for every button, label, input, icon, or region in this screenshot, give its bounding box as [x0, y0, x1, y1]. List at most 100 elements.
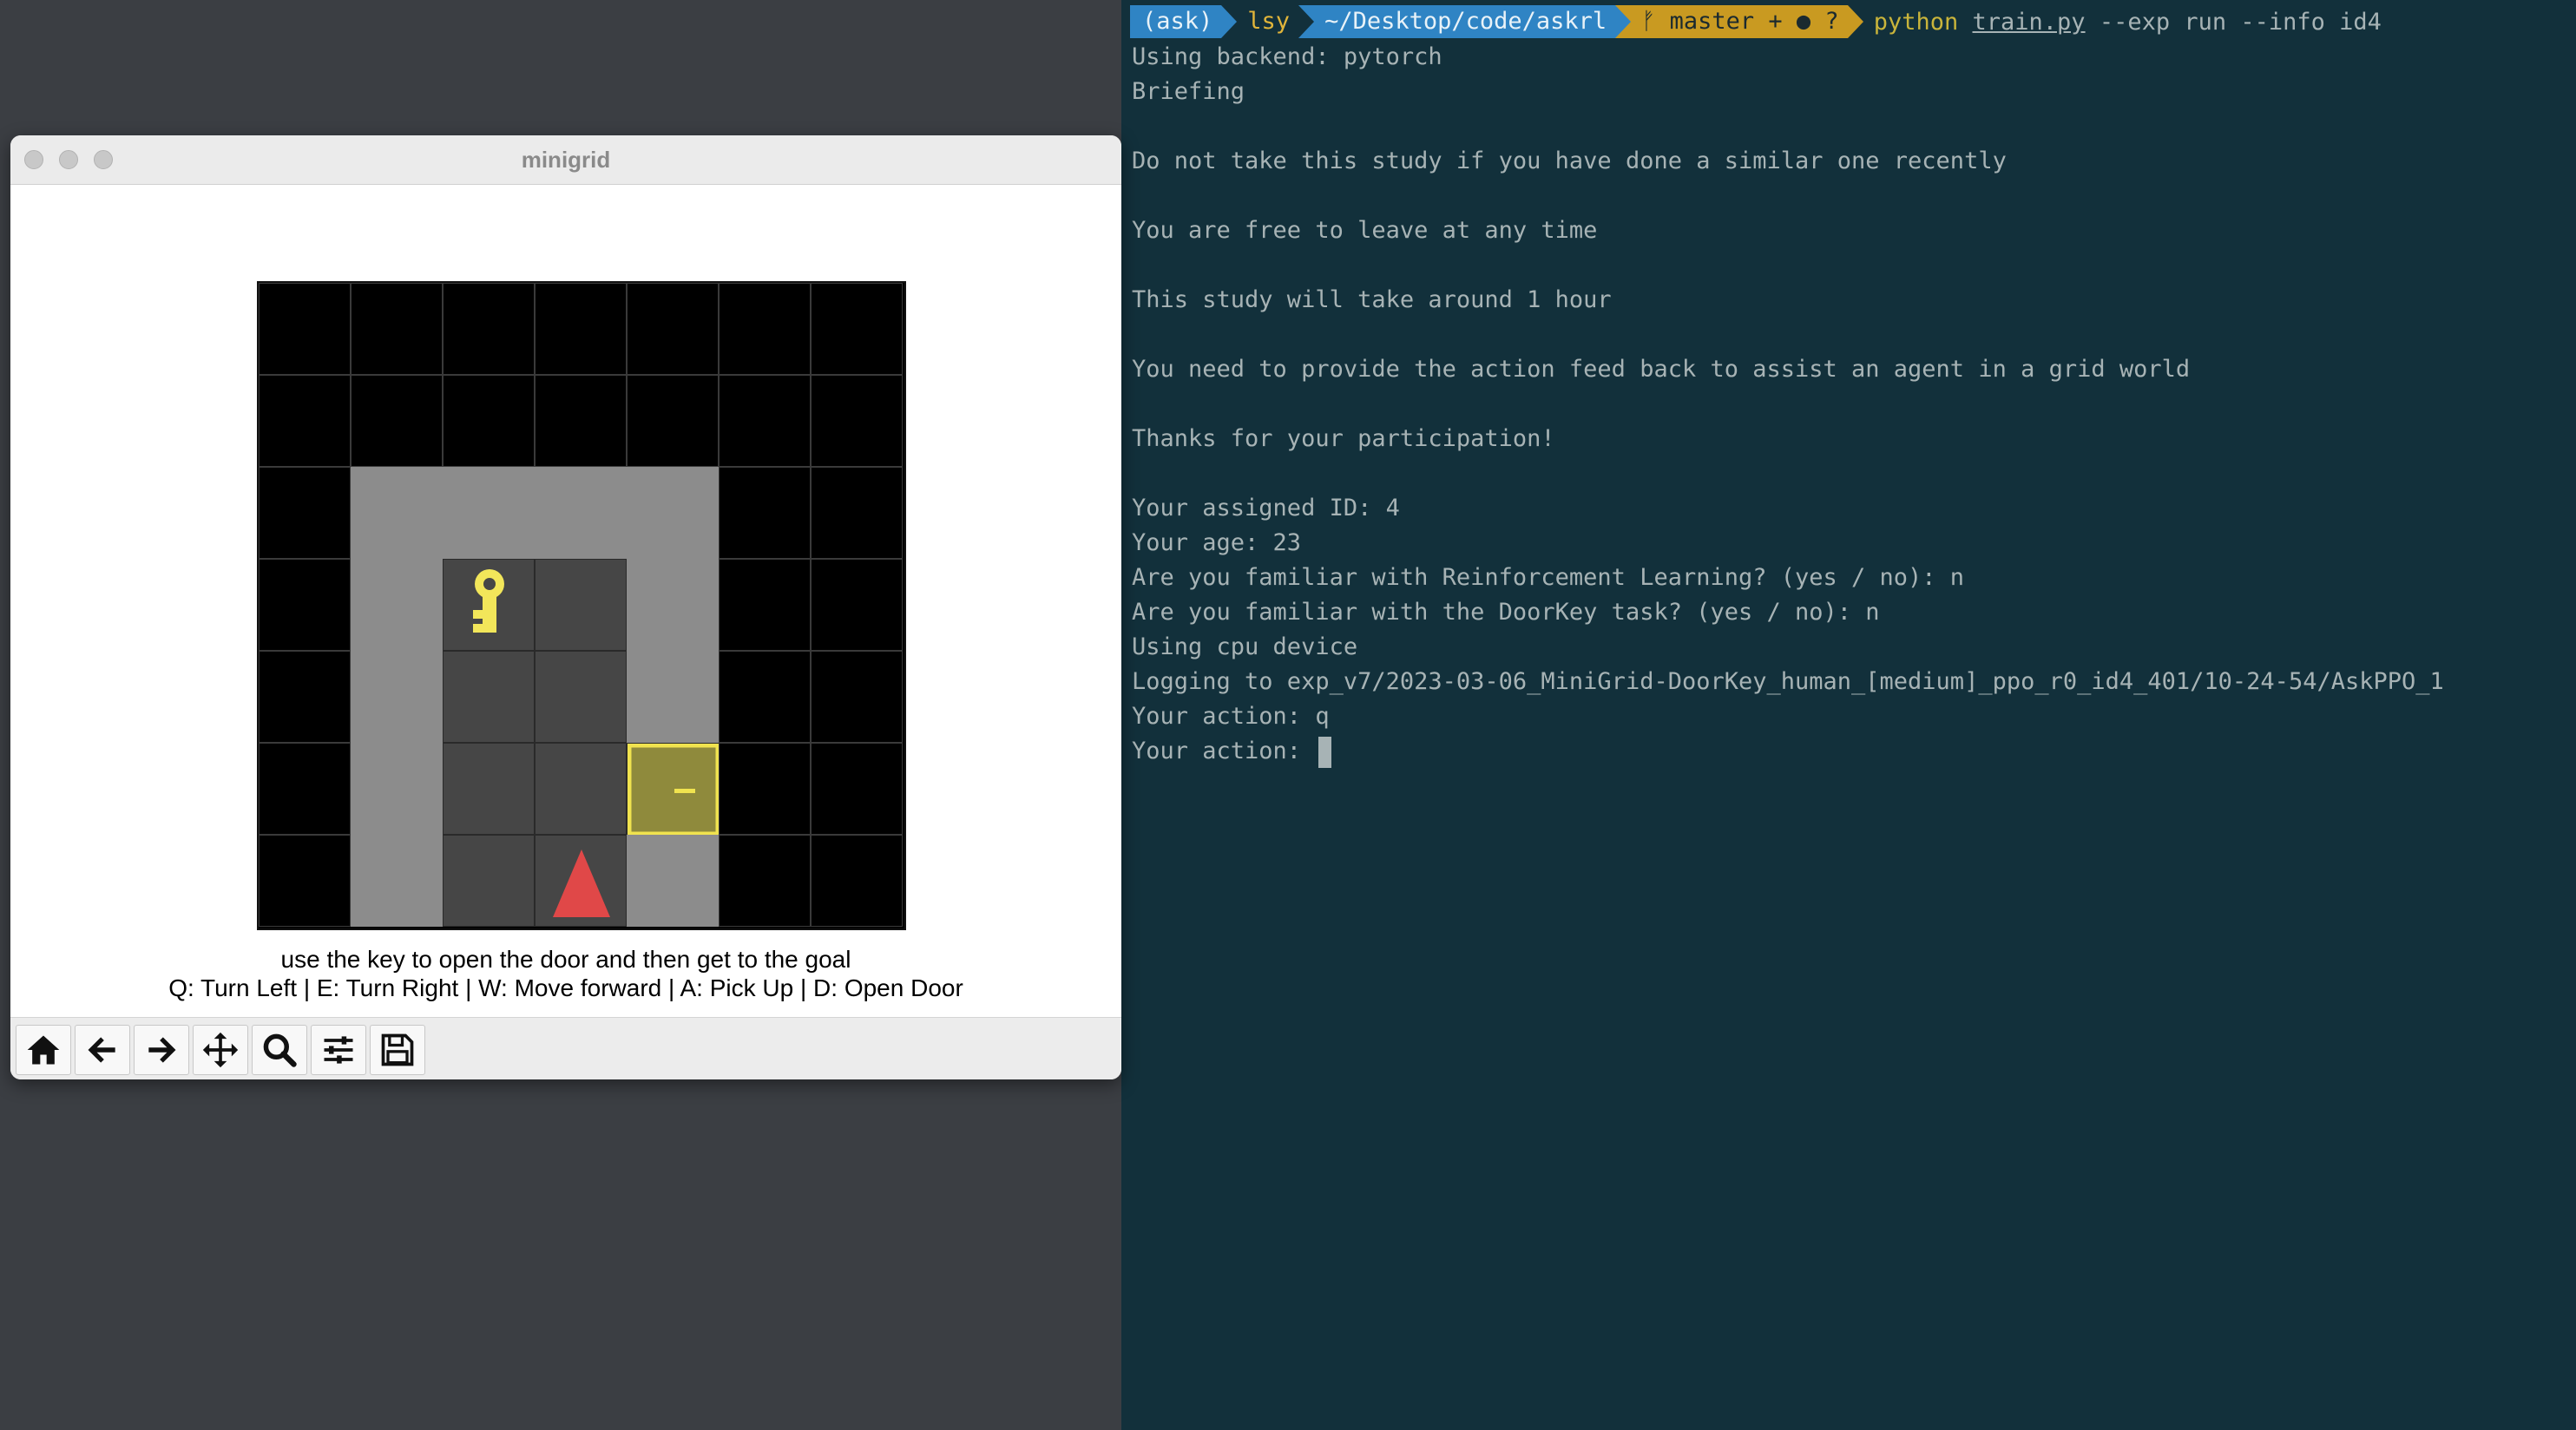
unseen-cell: [259, 559, 351, 651]
command-args: --exp run --info id4: [2099, 8, 2382, 36]
unseen-cell: [627, 283, 719, 375]
save-button[interactable]: [370, 1025, 425, 1075]
unseen-cell: [811, 375, 903, 467]
terminal-output: Using backend: pytorch Briefing Do not tak…: [1132, 40, 2444, 769]
agent-triangle-icon: [553, 849, 610, 917]
floor-cell: [535, 651, 627, 743]
terminal-line: You need to provide the action feed back…: [1132, 356, 2191, 383]
terminal-line: Using cpu device: [1132, 633, 1358, 660]
window-title: minigrid: [521, 147, 611, 173]
command-file: train.py: [1972, 8, 2086, 36]
grid-world: [257, 281, 906, 930]
floor-cell: [535, 743, 627, 835]
floor-cell: [535, 559, 627, 651]
floor-cell: [443, 651, 535, 743]
terminal-line: This study will take around 1 hour: [1132, 286, 1612, 313]
unseen-cell: [535, 283, 627, 375]
floor-cell: [443, 835, 535, 927]
door-cell: [627, 743, 720, 836]
prompt-env-segment: (ask): [1130, 5, 1238, 38]
terminal-line: Thanks for your participation!: [1132, 425, 1555, 452]
terminal-line: Your action:: [1132, 734, 2444, 769]
unseen-cell: [719, 835, 811, 927]
terminal-line: Your assigned ID: 4: [1132, 495, 1400, 521]
plot-toolbar: [10, 1017, 1121, 1079]
wall-cell: [351, 467, 443, 559]
terminal-line: You are free to leave at any time: [1132, 217, 1598, 244]
unseen-cell: [719, 467, 811, 559]
search-icon: [263, 1033, 297, 1067]
unseen-cell: [811, 651, 903, 743]
home-icon: [27, 1035, 60, 1065]
unseen-cell: [351, 375, 443, 467]
unseen-cell: [719, 651, 811, 743]
terminal-line: Logging to exp_v7/2023-03-06_MiniGrid-Do…: [1132, 668, 2444, 695]
wall-cell: [627, 559, 719, 651]
unseen-cell: [259, 467, 351, 559]
pan-button[interactable]: [193, 1025, 248, 1075]
unseen-cell: [535, 375, 627, 467]
prompt-dir-segment: ~/Desktop/code/askrl: [1298, 5, 1632, 38]
unseen-cell: [259, 835, 351, 927]
locked-door-icon: [627, 743, 720, 836]
unseen-cell: [259, 743, 351, 835]
unseen-cell: [443, 375, 535, 467]
unseen-cell: [811, 283, 903, 375]
forward-button[interactable]: [134, 1025, 189, 1075]
terminal-line: Your age: 23: [1132, 529, 1302, 556]
wall-cell: [627, 467, 719, 559]
terminal-window[interactable]: (ask) lsy ~/Desktop/code/askrl ᚠ master …: [1121, 0, 2576, 1430]
wall-cell: [627, 835, 719, 927]
controls-text: Q: Turn Left | E: Turn Right | W: Move f…: [168, 974, 963, 1001]
prompt-command: python train.py --exp run --info id4: [1874, 9, 2382, 36]
unseen-cell: [811, 835, 903, 927]
arrow-right-icon: [148, 1037, 176, 1063]
back-button[interactable]: [75, 1025, 130, 1075]
terminal-line: Are you familiar with Reinforcement Lear…: [1132, 564, 1965, 591]
wall-cell: [627, 651, 719, 743]
unseen-cell: [259, 283, 351, 375]
unseen-cell: [351, 283, 443, 375]
wall-cell: [535, 467, 627, 559]
unseen-cell: [443, 283, 535, 375]
minigrid-window: minigrid use the key to open the door an…: [10, 135, 1121, 1079]
wall-cell: [351, 835, 443, 927]
unseen-cell: [719, 283, 811, 375]
floor-cell: [443, 743, 535, 835]
configure-subplots-button[interactable]: [311, 1025, 366, 1075]
key-icon: [473, 569, 504, 633]
wall-cell: [351, 743, 443, 835]
unseen-cell: [719, 559, 811, 651]
zoom-button[interactable]: [252, 1025, 307, 1075]
key-cell: [443, 559, 535, 651]
terminal-line: Your action: q: [1132, 703, 1330, 730]
unseen-cell: [719, 375, 811, 467]
agent-cell: [535, 835, 627, 927]
home-button[interactable]: [16, 1025, 71, 1075]
unseen-cell: [719, 743, 811, 835]
terminal-cursor: [1318, 736, 1332, 768]
command-python: python: [1873, 8, 1959, 36]
unseen-cell: [259, 651, 351, 743]
prompt-git-segment: ᚠ master + ● ?: [1615, 5, 1863, 38]
terminal-line: Using backend: pytorch: [1132, 43, 1442, 70]
mission-text: use the key to open the door and then ge…: [280, 946, 851, 973]
move-icon: [202, 1032, 239, 1068]
sliders-icon: [324, 1036, 353, 1064]
unseen-cell: [259, 375, 351, 467]
unseen-cell: [811, 743, 903, 835]
floppy-icon: [381, 1033, 414, 1066]
window-titlebar[interactable]: minigrid: [10, 135, 1121, 185]
wall-cell: [351, 651, 443, 743]
terminal-line: Briefing: [1132, 78, 1245, 105]
arrow-left-icon: [88, 1037, 115, 1063]
wall-cell: [351, 559, 443, 651]
unseen-cell: [627, 375, 719, 467]
terminal-line: Do not take this study if you have done …: [1132, 148, 2007, 174]
